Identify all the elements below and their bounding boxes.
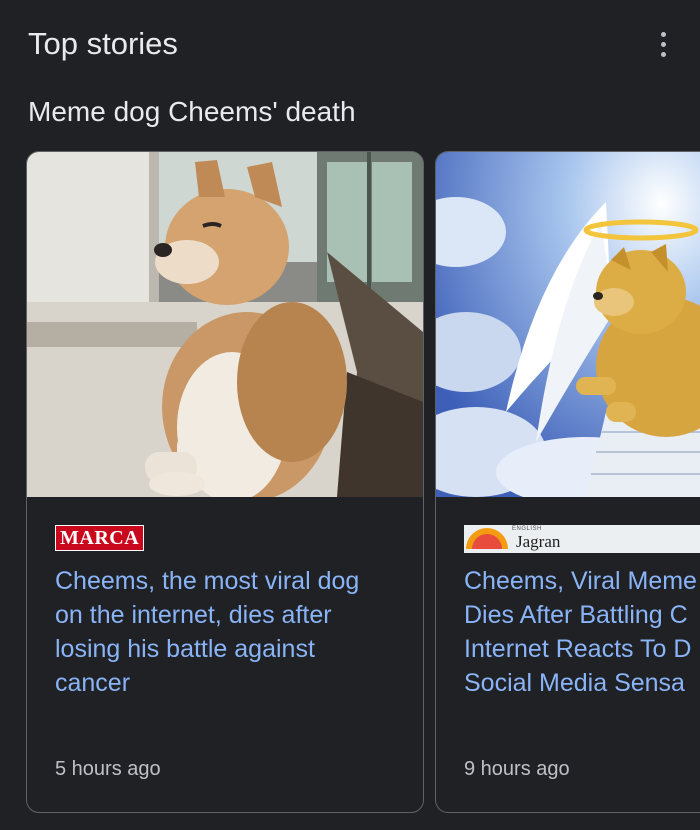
story-card[interactable]: ENGLISH Jagran Cheems, Viral Meme Dies A… [435,151,700,813]
story-thumbnail [27,152,423,497]
story-timestamp: 5 hours ago [55,758,161,780]
topic-heading[interactable]: Meme dog Cheems' death [28,96,356,128]
jagran-sun-icon [466,528,508,549]
headline-line: Dies After Battling C [464,601,688,629]
story-card[interactable]: MARCA Cheems, the most viral dog on the … [26,151,424,813]
story-headline[interactable]: Cheems, the most viral dog on the intern… [55,564,405,700]
story-headline[interactable]: Cheems, Viral Meme Dies After Battling C… [464,564,700,700]
headline-line: on the internet, dies after [55,601,332,629]
more-vert-icon [660,31,666,37]
source-logo-jagran: ENGLISH Jagran [464,525,700,553]
story-timestamp: 9 hours ago [464,758,570,780]
source-logo-marca: MARCA [55,525,145,553]
story-thumbnail [436,152,700,497]
headline-line: Cheems, the most viral dog [55,567,360,595]
more-options-button[interactable] [648,28,678,60]
headline-line: Cheems, Viral Meme [464,567,697,595]
source-name: Jagran [516,532,561,551]
story-carousel[interactable]: MARCA Cheems, the most viral dog on the … [26,151,700,817]
source-name: MARCA [55,525,145,551]
headline-line: losing his battle against [55,635,315,663]
section-title: Top stories [28,26,178,61]
headline-line: Internet Reacts To D [464,635,692,663]
headline-line: Social Media Sensa [464,669,685,697]
headline-line: cancer [55,669,131,697]
